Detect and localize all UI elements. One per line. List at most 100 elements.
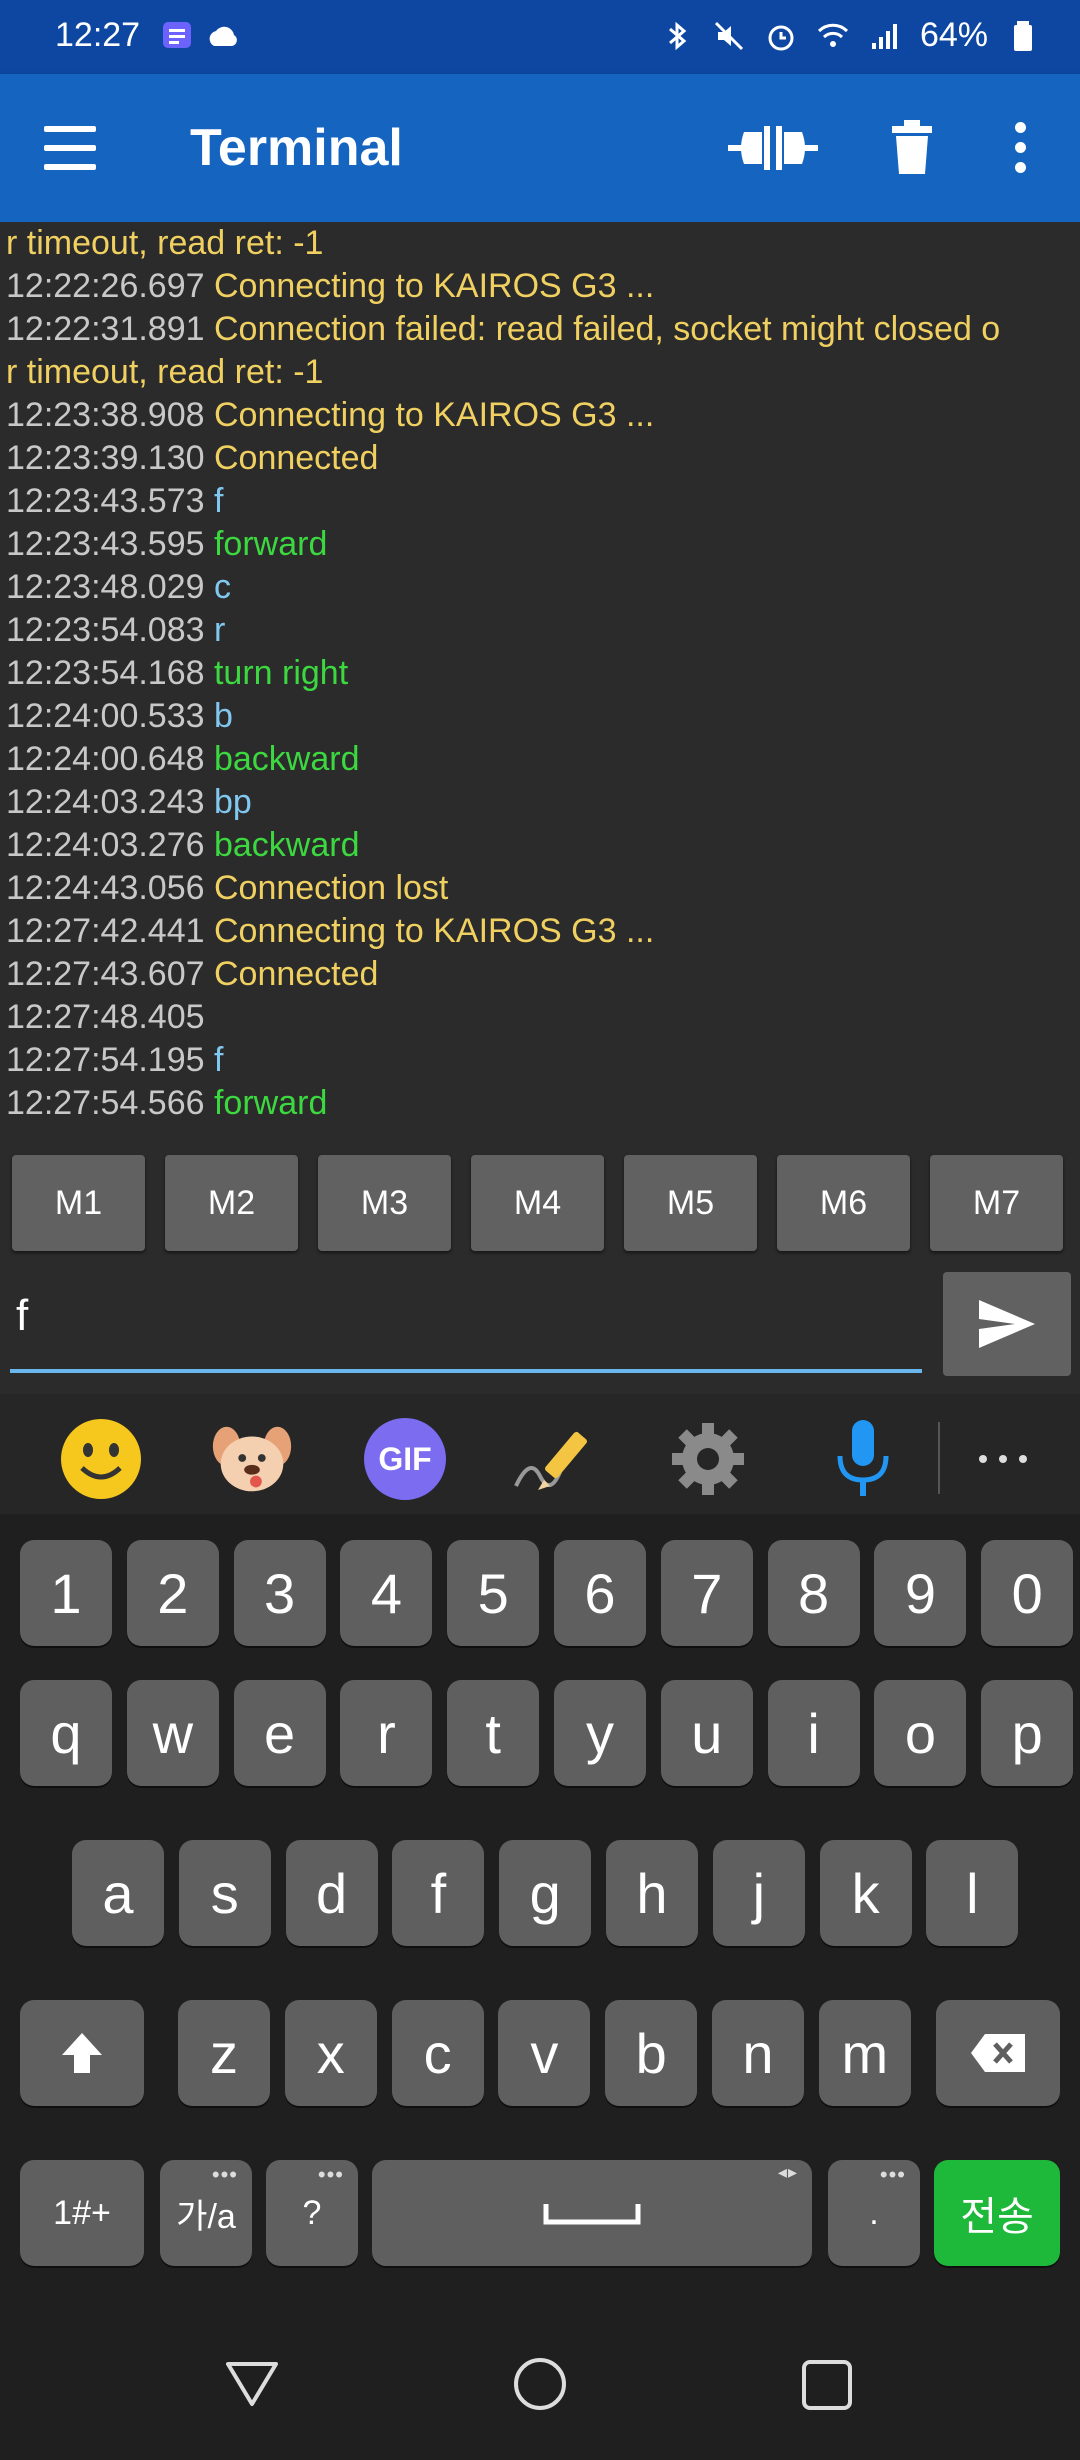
key-7[interactable]: 7 [660, 1540, 753, 1646]
recents-icon[interactable] [800, 2358, 854, 2412]
macro-button-m2[interactable]: M2 [165, 1155, 298, 1251]
enter-key-label: 전송 [960, 2195, 1034, 2239]
key-k[interactable]: k [819, 1840, 912, 1946]
sticker-icon[interactable] [207, 1414, 297, 1504]
macro-button-m5[interactable]: M5 [624, 1155, 757, 1251]
key-7-label: 7 [691, 1561, 723, 1625]
macro-button-m4[interactable]: M4 [471, 1155, 604, 1251]
log-line: 12:23:54.168 turn right [0, 652, 1080, 695]
key-e-label: e [264, 1701, 296, 1765]
command-input[interactable]: f [10, 1265, 922, 1373]
key-z-label: z [210, 2021, 238, 2085]
log-line: 12:24:43.056 Connection lost [0, 867, 1080, 910]
macro-button-m7[interactable]: M7 [930, 1155, 1063, 1251]
key-0[interactable]: 0 [981, 1540, 1074, 1646]
key-f[interactable]: f [392, 1840, 485, 1946]
home-icon[interactable] [512, 2356, 568, 2412]
send-icon [979, 1300, 1035, 1348]
macro-button-m1[interactable]: M1 [12, 1155, 145, 1251]
more-icon[interactable] [958, 1414, 1048, 1504]
log-message: forward [213, 1084, 328, 1122]
menu-icon[interactable] [44, 126, 96, 170]
key-b[interactable]: b [605, 2000, 698, 2106]
log-line: 12:22:26.697 Connecting to KAIROS G3 ... [0, 265, 1080, 308]
key-r-label: r [377, 1701, 396, 1765]
symbols-key[interactable]: 1#+ [20, 2160, 144, 2266]
macro-button-m3[interactable]: M3 [318, 1155, 451, 1251]
key-2[interactable]: 2 [126, 1540, 219, 1646]
key-m[interactable]: m [818, 2000, 911, 2106]
log-line: 12:27:43.607 Connected [0, 953, 1080, 996]
log-message: b [213, 697, 233, 735]
notes-icon [163, 22, 191, 48]
key-c[interactable]: c [391, 2000, 484, 2106]
log-timestamp: 12:23:38.908 [6, 396, 205, 434]
log-line: 12:24:03.276 backward [0, 824, 1080, 867]
key-3[interactable]: 3 [233, 1540, 326, 1646]
key-y[interactable]: y [554, 1680, 646, 1786]
log-line: 12:23:43.573 f [0, 480, 1080, 523]
symbols-key-label: 1#+ [53, 2193, 111, 2232]
key-9[interactable]: 9 [874, 1540, 967, 1646]
backspace-key[interactable] [936, 2000, 1060, 2106]
back-icon[interactable] [224, 2358, 280, 2408]
log-message: bp [213, 783, 252, 821]
macro-button-m6[interactable]: M6 [777, 1155, 910, 1251]
key-j[interactable]: j [712, 1840, 805, 1946]
key-g[interactable]: g [499, 1840, 592, 1946]
terminal-log[interactable]: r timeout, read ret: -1 12:22:26.697 Conn… [0, 222, 1080, 1142]
log-timestamp: 12:22:26.697 [6, 267, 205, 305]
key-u[interactable]: u [660, 1680, 753, 1786]
language-key[interactable]: 가/a ••• [160, 2160, 252, 2266]
more-vert-icon[interactable] [1005, 122, 1035, 178]
key-r[interactable]: r [340, 1680, 433, 1786]
key-6[interactable]: 6 [554, 1540, 646, 1646]
log-timestamp: 12:23:43.595 [6, 525, 205, 563]
handwriting-icon[interactable] [510, 1414, 600, 1504]
toolbar-divider [938, 1422, 940, 1494]
log-line: 12:23:39.130 Connected [0, 437, 1080, 480]
question-key[interactable]: ? ••• [266, 2160, 358, 2266]
key-z[interactable]: z [178, 2000, 270, 2106]
key-q-label: q [50, 1701, 82, 1765]
log-message: Connecting to KAIROS G3 ... [213, 912, 655, 950]
log-timestamp: 12:24:00.533 [6, 697, 205, 735]
settings-icon[interactable] [663, 1414, 753, 1504]
send-button[interactable] [943, 1272, 1071, 1376]
enter-key[interactable]: 전송 [934, 2160, 1060, 2266]
key-q[interactable]: q [20, 1680, 112, 1786]
key-d[interactable]: d [285, 1840, 378, 1946]
key-t[interactable]: t [447, 1680, 540, 1786]
key-p[interactable]: p [981, 1680, 1074, 1786]
key-a[interactable]: a [72, 1840, 164, 1946]
delete-icon[interactable] [890, 116, 934, 176]
keyboard-toolbar: GIF [0, 1394, 1080, 1514]
microphone-icon[interactable] [818, 1414, 908, 1504]
key-x[interactable]: x [284, 2000, 377, 2106]
key-2-label: 2 [157, 1561, 189, 1625]
key-4[interactable]: 4 [340, 1540, 433, 1646]
key-1[interactable]: 1 [20, 1540, 112, 1646]
key-5[interactable]: 5 [447, 1540, 540, 1646]
shift-key[interactable] [20, 2000, 144, 2106]
key-o[interactable]: o [874, 1680, 967, 1786]
period-key[interactable]: . ••• [828, 2160, 920, 2266]
key-l[interactable]: l [926, 1840, 1019, 1946]
key-n[interactable]: n [712, 2000, 804, 2106]
key-w[interactable]: w [126, 1680, 219, 1786]
key-h[interactable]: h [606, 1840, 698, 1946]
key-s[interactable]: s [178, 1840, 271, 1946]
key-v[interactable]: v [498, 2000, 591, 2106]
log-timestamp: 12:24:00.648 [6, 740, 205, 778]
key-8[interactable]: 8 [767, 1540, 860, 1646]
emoji-icon[interactable] [56, 1414, 146, 1504]
space-key[interactable]: ◂▸ [372, 2160, 812, 2266]
key-i[interactable]: i [767, 1680, 860, 1786]
gif-icon[interactable]: GIF [360, 1414, 450, 1504]
key-9-label: 9 [904, 1561, 936, 1625]
connect-icon[interactable] [728, 118, 818, 178]
key-e[interactable]: e [233, 1680, 326, 1786]
gif-label: GIF [378, 1440, 432, 1477]
key-x-label: x [316, 2021, 345, 2085]
log-timestamp: 12:24:43.056 [6, 869, 205, 907]
